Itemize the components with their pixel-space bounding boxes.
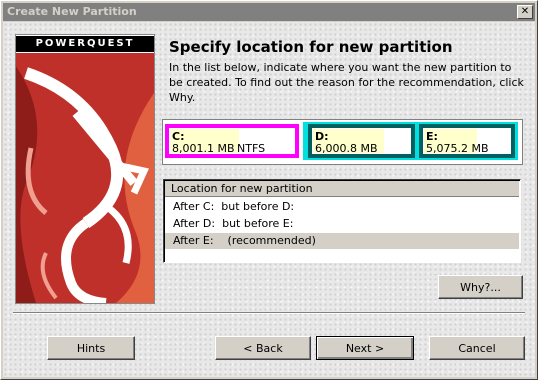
dialog-client-area: POWERQUEST Specify location for new part… [3,22,535,377]
logo-artwork [16,53,154,303]
hints-button[interactable]: Hints [47,336,135,360]
next-button[interactable]: Next > [316,336,414,360]
instructions-text: In the list below, indicate where you wa… [169,61,524,104]
title-bar[interactable]: Create New Partition ✕ [3,3,535,21]
powerquest-logo: POWERQUEST [15,34,155,304]
partition-c[interactable]: C: 8,001.1 MB NTFS [165,124,299,158]
partition-map: C: 8,001.1 MB NTFS D: 6,000.8 MB E: 5,07… [162,119,523,165]
back-button[interactable]: < Back [215,336,311,360]
partition-filesystem: NTFS [237,142,266,155]
list-item-after-d[interactable]: After D: but before E: [165,216,519,232]
cancel-button[interactable]: Cancel [429,336,525,360]
page-heading: Specify location for new partition [169,38,453,56]
list-item-after-e[interactable]: After E: (recommended) [165,233,519,249]
window-title: Create New Partition [7,5,137,18]
partition-size: 5,075.2 MB [426,142,489,155]
dialog-window: Create New Partition ✕ POWERQUEST Specif… [0,0,538,380]
list-item-after-c[interactable]: After C: but before D: [165,199,519,215]
list-column-header: Location for new partition [165,181,519,197]
partition-size: 8,001.1 MB [172,142,235,155]
partition-size: 6,000.8 MB [315,142,378,155]
why-button[interactable]: Why?... [438,275,523,299]
partition-e[interactable]: E: 5,075.2 MB [419,124,515,158]
location-listbox[interactable]: Location for new partition After C: but … [163,179,521,263]
close-button[interactable]: ✕ [517,5,533,19]
logo-brand-text: POWERQUEST [16,36,154,52]
separator-line [13,312,525,314]
close-icon: ✕ [520,6,530,17]
partition-d[interactable]: D: 6,000.8 MB [308,124,415,158]
